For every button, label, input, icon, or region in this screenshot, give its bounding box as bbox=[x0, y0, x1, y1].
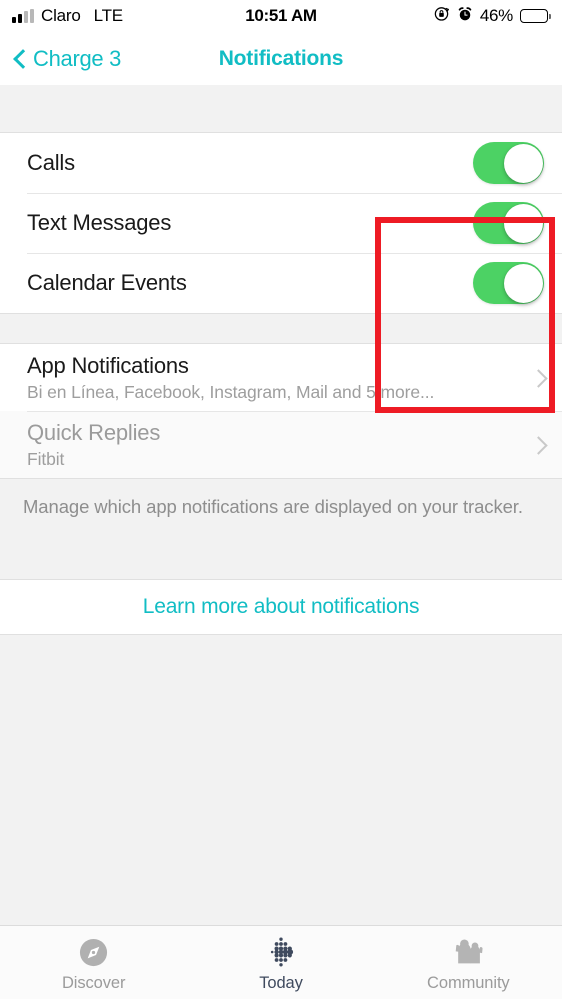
section-spacer bbox=[0, 313, 562, 344]
row-subtitle-app-notifications: Bi en Línea, Facebook, Instagram, Mail a… bbox=[27, 381, 435, 402]
people-icon bbox=[451, 936, 485, 968]
tab-discover[interactable]: Discover bbox=[0, 926, 187, 999]
row-subtitle-quick-replies: Fitbit bbox=[27, 448, 65, 469]
toggle-label-calls: Calls bbox=[27, 150, 75, 175]
status-bar-right: 46% bbox=[433, 5, 551, 27]
toggle-switch-text-messages[interactable] bbox=[473, 202, 544, 244]
tab-bar: Discover Today Community bbox=[0, 925, 562, 999]
tab-community[interactable]: Community bbox=[375, 926, 562, 999]
carrier-name: Claro bbox=[41, 6, 81, 25]
status-bar-left: Claro LTE bbox=[12, 6, 123, 26]
nav-bar: Charge 3 Notifications bbox=[0, 32, 562, 85]
alarm-clock-icon bbox=[457, 6, 473, 27]
compass-icon bbox=[77, 936, 111, 968]
footnote-section: Manage which app notifications are displ… bbox=[0, 478, 562, 580]
notification-links-group: App Notifications Bi en Línea, Facebook,… bbox=[0, 344, 562, 478]
toggle-row-calls[interactable]: Calls bbox=[0, 133, 562, 193]
battery-icon bbox=[520, 9, 551, 23]
row-title-quick-replies: Quick Replies bbox=[27, 419, 161, 445]
learn-more-row[interactable]: Learn more about notifications bbox=[0, 580, 562, 635]
chevron-right-icon bbox=[532, 433, 546, 457]
toggle-row-text-messages[interactable]: Text Messages bbox=[0, 193, 562, 253]
signal-bars-icon bbox=[12, 8, 34, 23]
status-bar: Claro LTE 10:51 AM 46% bbox=[0, 0, 562, 32]
row-quick-replies[interactable]: Quick Replies Fitbit bbox=[0, 411, 562, 478]
tab-label-community: Community bbox=[427, 974, 510, 992]
tab-label-today: Today bbox=[259, 974, 303, 992]
rotation-lock-icon bbox=[433, 5, 450, 27]
content-area: Calls Text Messages Calendar Events App … bbox=[0, 85, 562, 925]
back-button[interactable]: Charge 3 bbox=[0, 46, 121, 72]
row-app-notifications[interactable]: App Notifications Bi en Línea, Facebook,… bbox=[0, 344, 562, 411]
toggle-switch-calls[interactable] bbox=[473, 142, 544, 184]
row-title-app-notifications: App Notifications bbox=[27, 352, 189, 378]
toggle-switch-calendar-events[interactable] bbox=[473, 262, 544, 304]
toggle-label-calendar-events: Calendar Events bbox=[27, 270, 187, 295]
toggle-label-text-messages: Text Messages bbox=[27, 210, 172, 235]
toggle-row-calendar-events[interactable]: Calendar Events bbox=[0, 253, 562, 313]
chevron-right-icon bbox=[532, 366, 546, 390]
tab-label-discover: Discover bbox=[61, 974, 126, 992]
app-screen: Claro LTE 10:51 AM 46% Charge 3 Notifica… bbox=[0, 0, 562, 999]
chevron-left-icon bbox=[14, 48, 27, 70]
learn-more-link[interactable]: Learn more about notifications bbox=[143, 595, 420, 619]
notification-toggles-group: Calls Text Messages Calendar Events bbox=[0, 133, 562, 313]
battery-percent: 46% bbox=[479, 6, 513, 25]
fitbit-dots-icon bbox=[264, 936, 298, 968]
top-spacer bbox=[0, 85, 562, 133]
footnote-text: Manage which app notifications are displ… bbox=[23, 496, 523, 517]
network-type: LTE bbox=[93, 6, 124, 25]
back-button-label: Charge 3 bbox=[33, 45, 122, 71]
tab-today[interactable]: Today bbox=[187, 926, 374, 999]
